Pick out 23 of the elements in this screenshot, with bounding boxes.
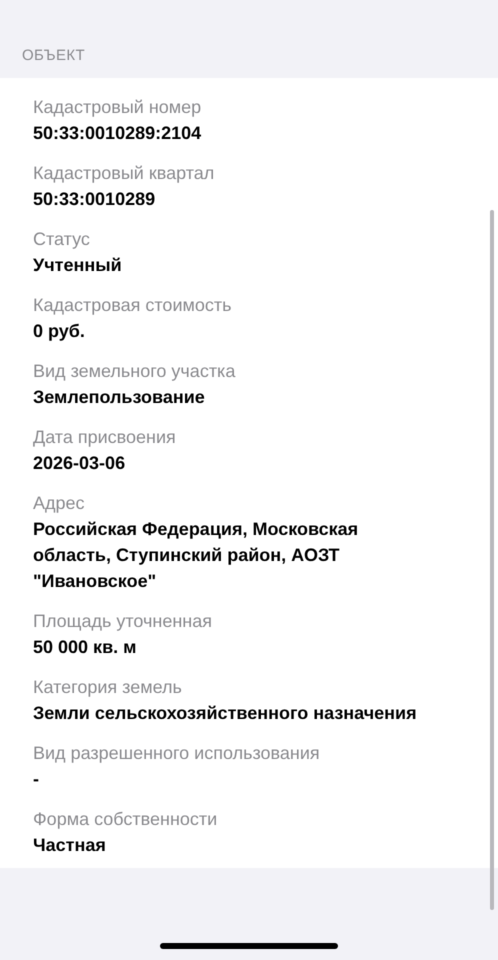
- field-label: Категория земель: [33, 676, 182, 699]
- field-label: Адрес: [33, 492, 85, 515]
- field-value: Учтенный: [33, 254, 122, 277]
- field-label: Кадастровый квартал: [33, 162, 214, 185]
- section-title: ОБЪЕКТ: [22, 47, 86, 64]
- field-label: Площадь уточненная: [33, 610, 212, 633]
- field-label: Вид земельного участка: [33, 360, 236, 383]
- field-value: -: [33, 768, 39, 791]
- field-label: Статус: [33, 228, 90, 251]
- field-value: 50:33:0010289: [33, 188, 156, 211]
- field-value: 0 руб.: [33, 320, 85, 343]
- field-value: Частная: [33, 834, 106, 857]
- field-value: 2026-03-06: [33, 452, 126, 475]
- field-value: Земли сельскохозяйственного назначения: [33, 702, 417, 725]
- field-label: Кадастровая стоимость: [33, 294, 232, 317]
- field-value: Российская Федерация, Московская область, Ступинский район, АОЗТ "Ивановское": [33, 518, 360, 593]
- field-value: 50 000 кв. м: [33, 636, 136, 659]
- field-value: Землепользование: [33, 386, 205, 409]
- field-label: Кадастровый номер: [33, 96, 202, 119]
- field-label: Вид разрешенного использования: [33, 742, 320, 765]
- field-value: 50:33:0010289:2104: [33, 122, 202, 145]
- field-label: Дата присвоения: [33, 426, 176, 449]
- field-label: Форма собственности: [33, 808, 218, 831]
